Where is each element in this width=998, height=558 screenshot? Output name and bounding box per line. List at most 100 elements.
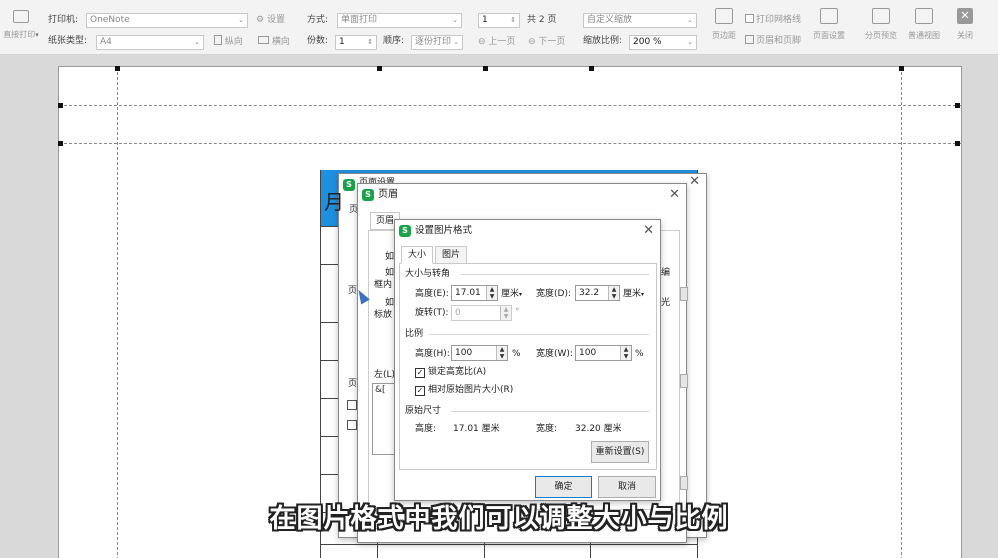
checkbox-checked-icon: ✓ <box>415 368 425 378</box>
paper-type-select[interactable]: A4 ⌄ <box>96 35 204 50</box>
spin-icon[interactable]: ▲ ▼ <box>620 346 631 360</box>
total-pages: 共 2 页 <box>527 15 557 25</box>
spin-icon[interactable]: ▲ ▼ <box>486 286 497 300</box>
printer-icon <box>13 10 29 23</box>
margin-handle[interactable] <box>483 66 488 71</box>
tab-size[interactable]: 大小 <box>401 246 433 264</box>
header-dialog-title: 页眉 <box>378 189 398 200</box>
ok-button[interactable]: 确定 <box>535 476 592 498</box>
print-mode-select[interactable]: 单面打印 ⌄ <box>337 13 462 28</box>
scale-width-input[interactable]: 100 ▲ ▼ <box>575 345 632 361</box>
height-unit-select[interactable]: 厘米▾ <box>501 287 522 302</box>
direct-print-label: 直接打印 <box>3 30 36 39</box>
header-footer-button[interactable]: 页眉和页脚 <box>745 34 801 48</box>
relative-original-checkbox[interactable]: ✓ 相对原始图片大小(R) <box>415 383 513 397</box>
height-input[interactable]: 17.01 ▲ ▼ <box>451 285 498 301</box>
rotate-label: 旋转(T): <box>415 308 449 318</box>
close-icon[interactable]: ✕ <box>689 174 700 190</box>
header-text-fragment: 如 <box>385 252 395 262</box>
prev-page-button[interactable]: ⊖ 上一页 <box>478 35 515 49</box>
chevron-down-icon: ⌄ <box>453 38 459 46</box>
page-setup-fragment: 页 <box>348 379 358 389</box>
zoom-mode-select[interactable]: 自定义缩放 ⌄ <box>583 13 697 28</box>
landscape-button[interactable]: 横向 <box>258 35 290 49</box>
printer-select[interactable]: OneNote ⌄ <box>86 13 248 28</box>
header-text-fragment: 光 <box>661 298 671 308</box>
scale-height-unit: % <box>512 349 521 359</box>
spin-icon: ⇕ <box>510 16 516 24</box>
margins-button[interactable]: 页边距 <box>700 8 748 58</box>
zoom-select[interactable]: 200 % ⌄ <box>629 35 697 50</box>
scale-width-label: 宽度(W): <box>536 349 573 359</box>
order-select[interactable]: 逐份打印 ⌄ <box>411 35 463 50</box>
close-icon[interactable]: ✕ <box>643 223 654 239</box>
normal-view-button[interactable]: 普通视图 <box>900 8 948 58</box>
page-setup-button[interactable]: 页面设置 <box>805 8 853 58</box>
header-margin-line <box>59 105 961 106</box>
spin-icon[interactable]: ▲ ▼ <box>608 286 619 300</box>
width-input[interactable]: 32.2 ▲ ▼ <box>575 285 620 301</box>
header-text-fragment: 标放 <box>374 310 393 320</box>
header-scroll-button[interactable] <box>680 476 688 490</box>
margin-handle[interactable] <box>115 66 120 71</box>
gear-icon: ⚙ <box>256 15 265 25</box>
chevron-down-icon: ⌄ <box>194 38 200 46</box>
margin-handle[interactable] <box>58 103 63 108</box>
original-height-label: 高度: <box>415 424 437 434</box>
cancel-button[interactable]: 取消 <box>598 476 656 498</box>
original-width-value: 32.20 厘米 <box>575 424 622 434</box>
left-section-label: 左(L) <box>374 370 396 380</box>
order-label: 顺序: <box>383 36 405 46</box>
page-number-input[interactable]: 1 ⇕ <box>478 13 520 28</box>
zoom-label: 缩放比例: <box>583 36 623 46</box>
grid-icon <box>915 8 933 24</box>
group-size-rotate: 大小与转角 <box>405 269 451 279</box>
tab-picture[interactable]: 图片 <box>435 246 467 264</box>
portrait-icon <box>214 35 222 45</box>
print-mode-label: 方式: <box>307 15 329 25</box>
copies-stepper[interactable]: 1 ⇕ <box>335 35 377 50</box>
picture-format-dialog: S 设置图片格式 ✕ 大小 图片 大小与转角 高度(E): 17.01 ▲ ▼ 厘米… <box>394 219 661 501</box>
spin-icon: ⇕ <box>367 38 373 46</box>
header-text-fragment: 框内 <box>374 280 393 290</box>
height-label: 高度(E): <box>415 289 449 299</box>
width-unit-select[interactable]: 厘米▾ <box>623 287 644 302</box>
original-height-value: 17.01 厘米 <box>453 424 500 434</box>
next-page-button[interactable]: ⊖ 下一页 <box>528 35 565 49</box>
margin-handle[interactable] <box>589 66 594 71</box>
close-preview-button[interactable]: ✕ 关闭 <box>942 8 988 58</box>
original-width-label: 宽度: <box>536 424 558 434</box>
direct-print-button[interactable]: 直接打印▾ <box>0 10 42 50</box>
margin-handle[interactable] <box>899 66 904 71</box>
spin-icon[interactable]: ▲ ▼ <box>496 346 507 360</box>
chevron-down-icon: ⌄ <box>238 16 244 24</box>
left-section-textarea[interactable]: &[ <box>372 383 396 455</box>
paper-type-label: 纸张类型: <box>48 36 88 46</box>
spin-icon[interactable]: ▲ ▼ <box>500 306 511 320</box>
page-setup-checkbox[interactable] <box>347 420 357 430</box>
header-scroll-button[interactable] <box>680 374 688 388</box>
scale-height-label: 高度(H): <box>415 349 450 359</box>
page-setup-checkbox[interactable] <box>347 400 357 410</box>
copies-label: 份数: <box>307 36 329 46</box>
group-original-size: 原始尺寸 <box>405 406 442 416</box>
checkbox-icon <box>745 14 754 23</box>
margin-handle[interactable] <box>955 103 960 108</box>
reset-button[interactable]: 重新设置(S) <box>591 441 649 463</box>
print-gridlines-checkbox[interactable]: 打印网格线 <box>745 13 801 27</box>
portrait-button[interactable]: 纵向 <box>214 35 243 49</box>
close-icon[interactable]: ✕ <box>669 187 680 203</box>
lock-aspect-checkbox[interactable]: ✓ 锁定高宽比(A) <box>415 365 486 379</box>
scale-height-input[interactable]: 100 ▲ ▼ <box>451 345 508 361</box>
rotate-input[interactable]: 0 ▲ ▼ <box>451 305 512 321</box>
chevron-down-icon: ⌄ <box>452 16 458 24</box>
header-scroll-button[interactable] <box>680 287 688 301</box>
page-break-preview-button[interactable]: 分页预览 <box>857 8 905 58</box>
margin-handle[interactable] <box>377 66 382 71</box>
margin-handle[interactable] <box>58 141 63 146</box>
print-preview-toolbar: 直接打印▾ 打印机: OneNote ⌄ ⚙ 设置 纸张类型: A4 ⌄ 纵向 横向… <box>0 0 998 55</box>
left-margin-line <box>117 67 118 558</box>
printer-settings-button[interactable]: ⚙ 设置 <box>256 13 285 27</box>
margin-handle[interactable] <box>955 141 960 146</box>
rotate-unit: ° <box>515 307 520 317</box>
